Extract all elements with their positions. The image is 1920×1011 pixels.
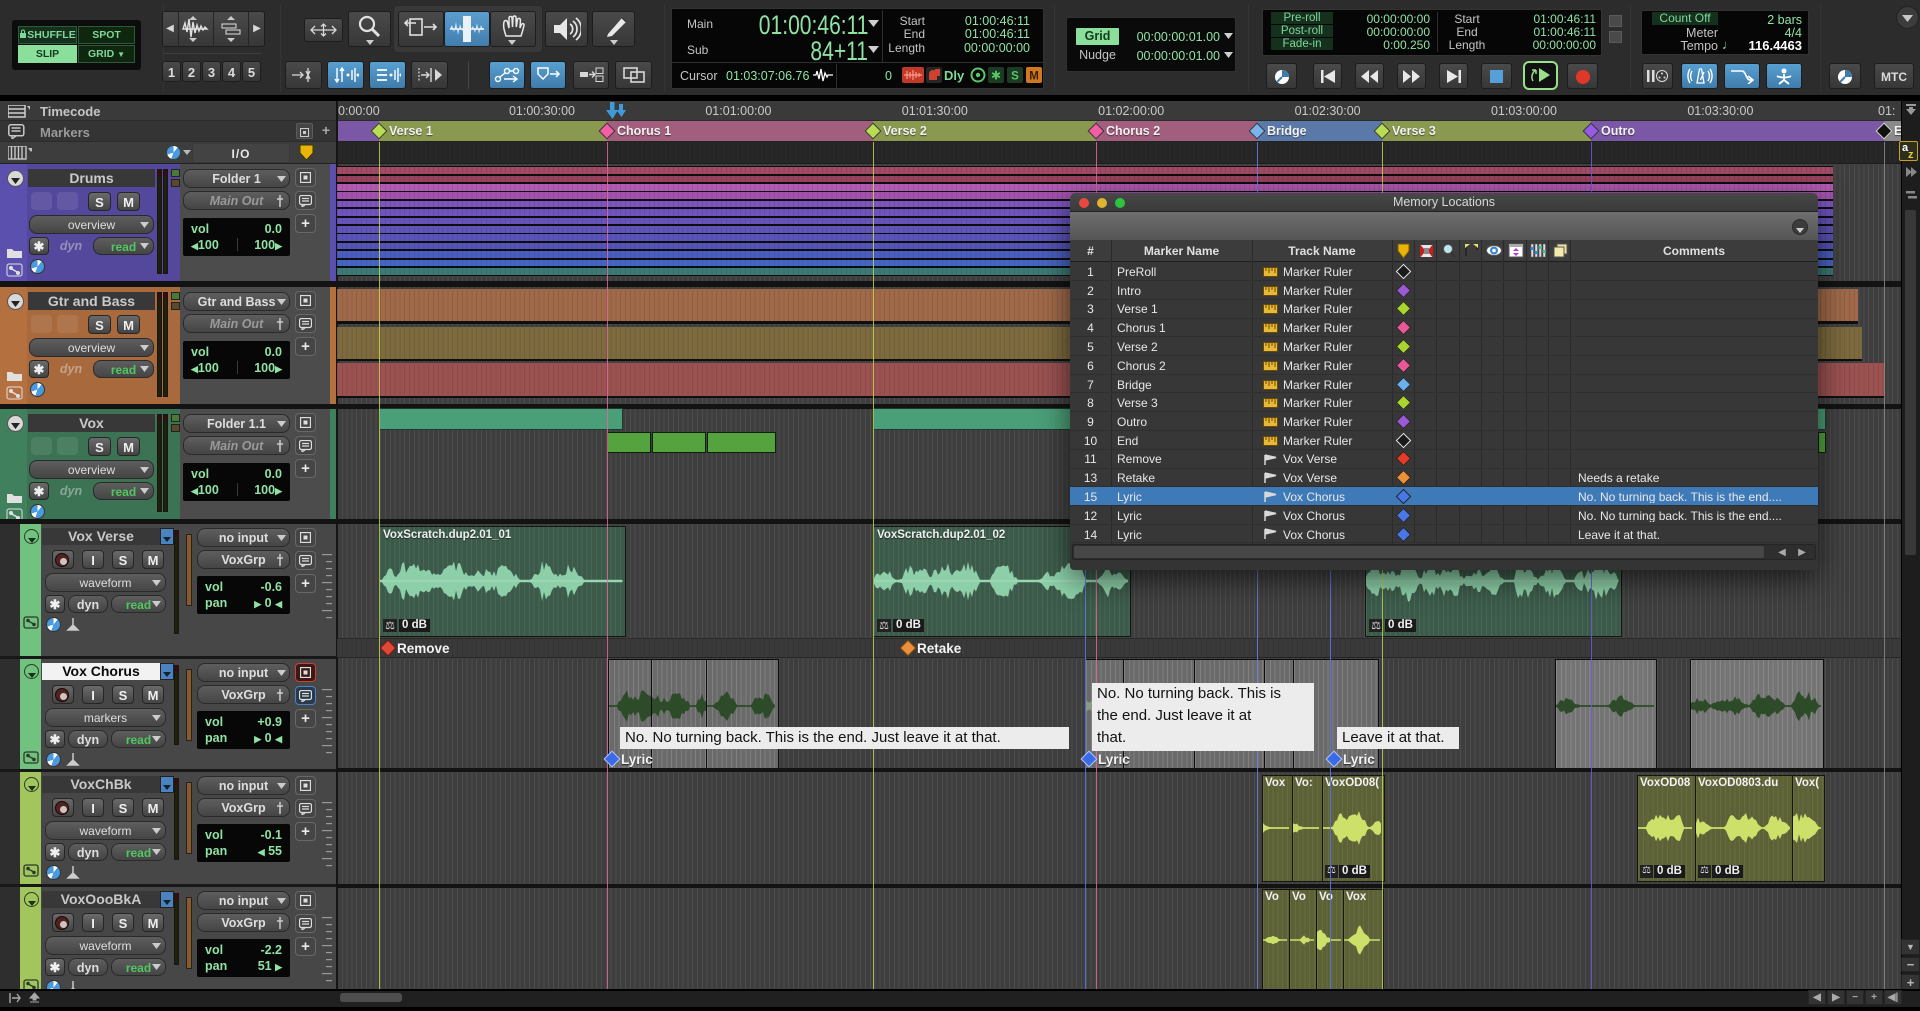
svg-text:M: M bbox=[1029, 71, 1039, 83]
svg-text:✱: ✱ bbox=[991, 69, 1001, 83]
svg-text:S: S bbox=[1011, 71, 1019, 83]
